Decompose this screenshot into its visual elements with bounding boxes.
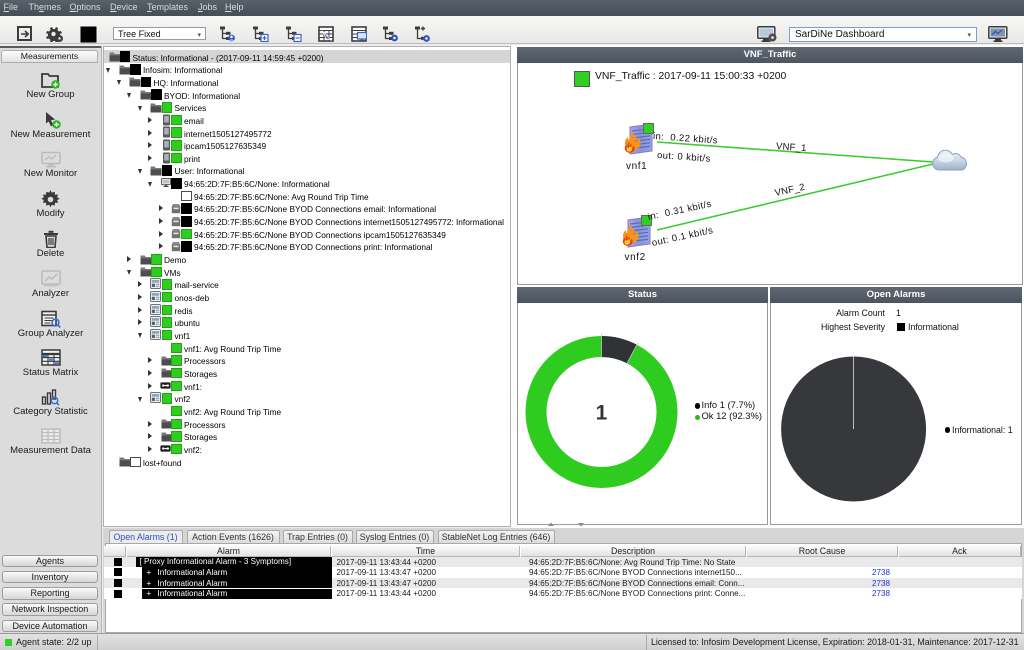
svg-text:1: 1 — [596, 402, 608, 425]
